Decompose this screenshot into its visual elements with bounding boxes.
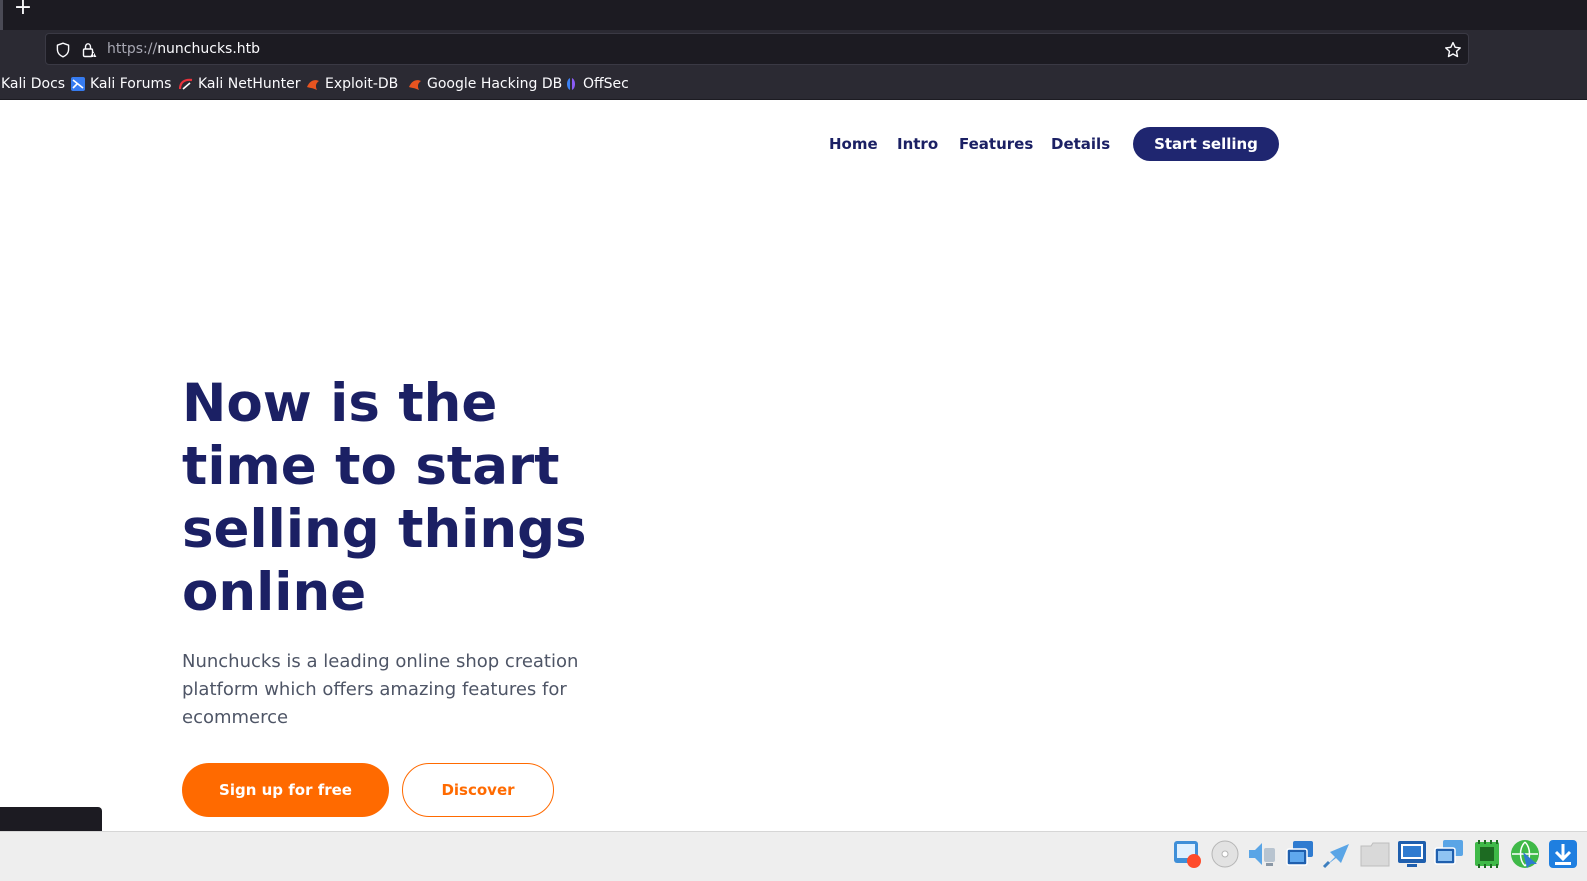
bookmark-label: Kali Forums xyxy=(90,76,172,92)
usb-icon[interactable] xyxy=(1321,838,1353,870)
bookmark-offsec[interactable]: OffSec xyxy=(564,74,629,94)
offsec-icon xyxy=(567,78,575,90)
bookmark-label: Google Hacking DB xyxy=(427,76,563,92)
site-nav: Home Intro Features Details Start sellin… xyxy=(0,127,1587,161)
nav-details-link[interactable]: Details xyxy=(1051,135,1110,153)
shared-folder-icon[interactable] xyxy=(1359,838,1391,870)
bookmark-kali-forums[interactable]: Kali Forums xyxy=(71,74,171,94)
bookmark-label: Exploit-DB xyxy=(325,76,399,92)
hero-subtitle: Nunchucks is a leading online shop creat… xyxy=(182,651,579,728)
bookmark-kali-nethunter[interactable]: Kali NetHunter xyxy=(179,74,300,94)
bookmark-star-icon[interactable] xyxy=(1444,41,1462,59)
tab-strip-edge xyxy=(0,0,3,30)
tab-strip: + xyxy=(0,0,1587,30)
mouse-integration-icon[interactable] xyxy=(1509,838,1541,870)
exploit-db-icon xyxy=(307,80,319,90)
google-hacking-db-icon xyxy=(409,80,421,90)
kali-nethunter-icon xyxy=(179,78,193,90)
download-icon[interactable] xyxy=(1547,838,1579,870)
hero-title: Now is the time to start selling things … xyxy=(182,373,587,623)
screen-capture-icon[interactable] xyxy=(1433,838,1465,870)
bookmark-label: Kali Docs xyxy=(1,76,66,92)
bookmark-google-hacking-db[interactable]: Google Hacking DB xyxy=(408,74,562,94)
bookmark-label: OffSec xyxy=(583,76,629,92)
network-icon[interactable] xyxy=(1284,838,1316,870)
bookmarks-toolbar: Kali Docs Kali Forums Kali NetHunter Exp… xyxy=(0,68,1587,100)
audio-icon[interactable] xyxy=(1246,838,1278,870)
nav-home-link[interactable]: Home xyxy=(829,135,878,153)
discover-button[interactable]: Discover xyxy=(402,763,554,817)
browser-navbar: https://nunchucks.htb xyxy=(0,30,1587,68)
start-selling-button[interactable]: Start selling xyxy=(1133,127,1279,161)
display-icon[interactable] xyxy=(1396,838,1428,870)
sign-up-button[interactable]: Sign up for free xyxy=(182,763,389,817)
vm-status-bar xyxy=(0,831,1587,881)
url-scheme: https:// xyxy=(107,41,158,57)
record-icon[interactable] xyxy=(1172,838,1204,870)
bookmark-exploit-db[interactable]: Exploit-DB xyxy=(306,74,398,94)
tracking-protection-shield-icon[interactable] xyxy=(55,42,71,58)
kali-forums-icon xyxy=(71,77,85,91)
url-bar[interactable]: https://nunchucks.htb xyxy=(45,33,1469,65)
lock-warning-icon[interactable] xyxy=(81,42,97,58)
optical-drive-icon[interactable] xyxy=(1209,838,1241,870)
url-text[interactable]: https://nunchucks.htb xyxy=(107,40,260,58)
nav-intro-link[interactable]: Intro xyxy=(897,135,938,153)
nav-features-link[interactable]: Features xyxy=(959,135,1033,153)
cpu-icon[interactable] xyxy=(1471,838,1503,870)
url-host: nunchucks.htb xyxy=(157,41,261,57)
web-page: Home Intro Features Details Start sellin… xyxy=(0,100,1587,831)
new-tab-button[interactable]: + xyxy=(12,0,34,19)
bookmark-kali-docs[interactable]: Kali Docs xyxy=(1,74,65,94)
overlay-dark-tab[interactable] xyxy=(0,807,102,831)
bookmark-label: Kali NetHunter xyxy=(198,76,301,92)
